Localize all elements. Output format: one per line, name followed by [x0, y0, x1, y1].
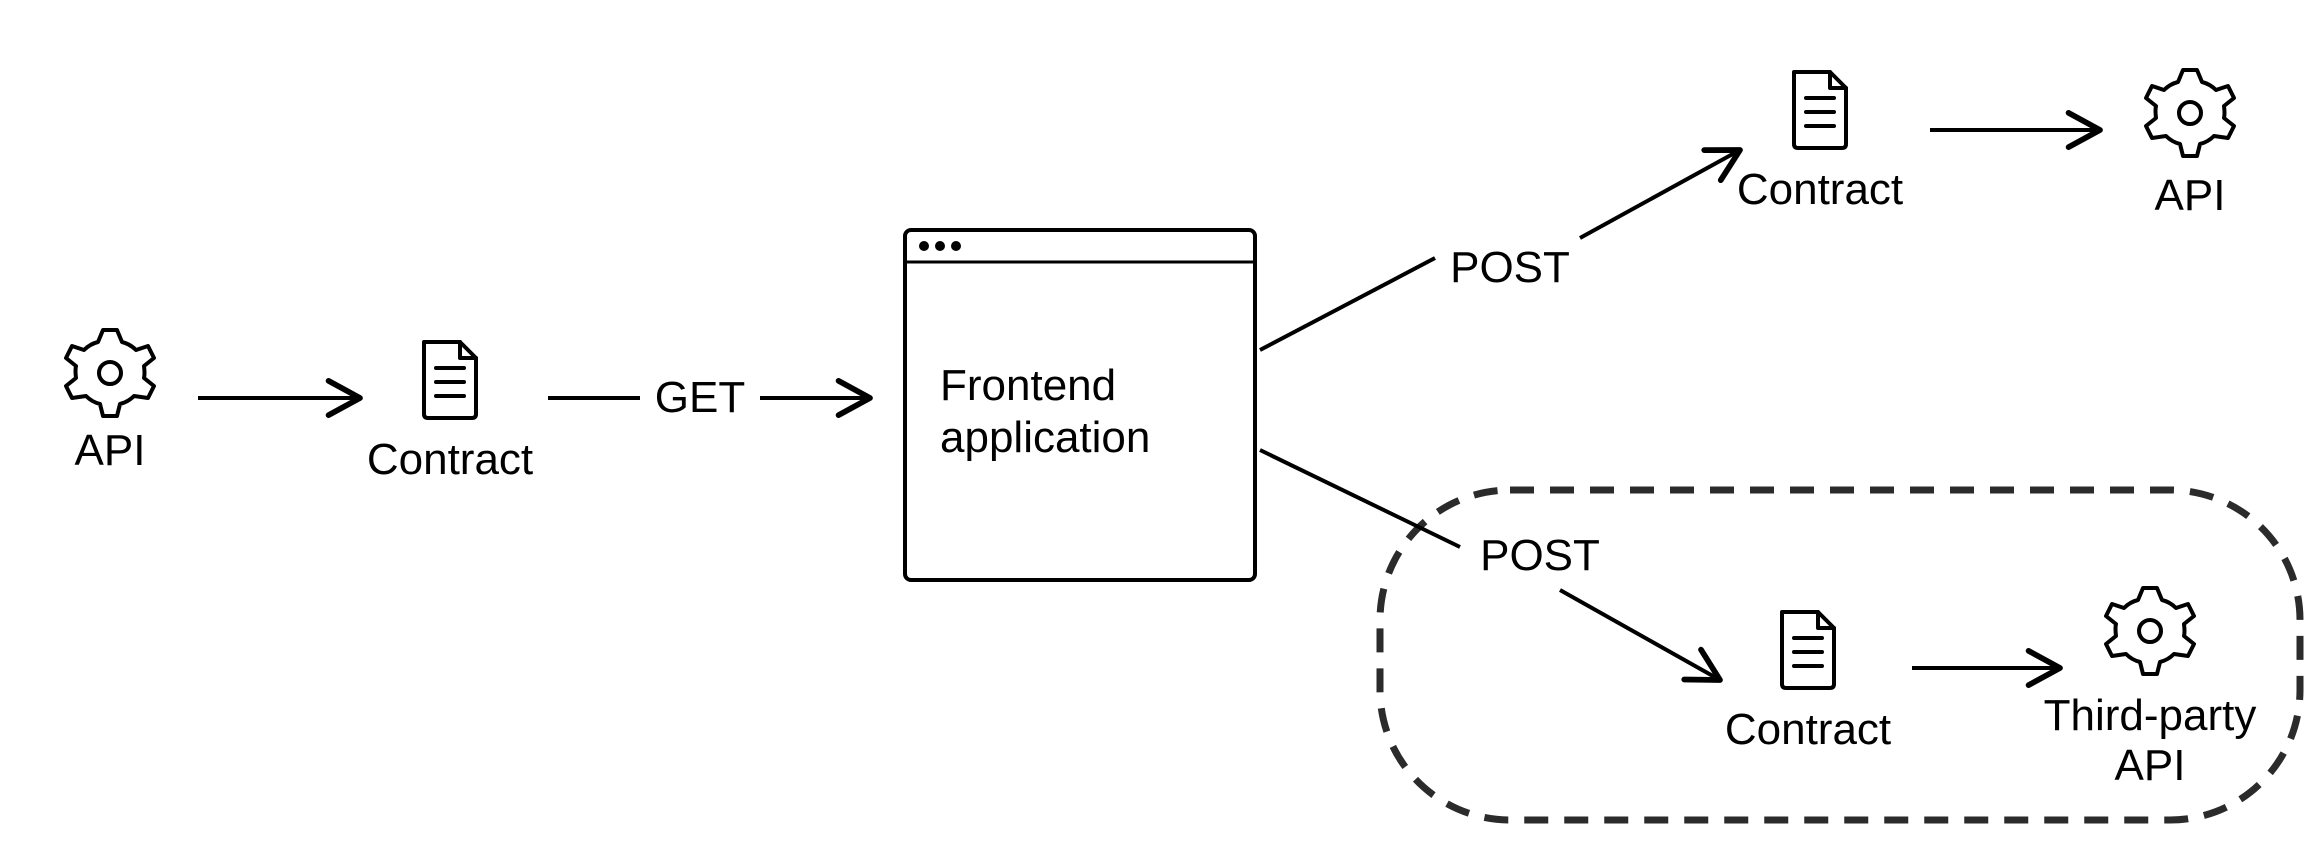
- post-bot-label: POST: [1480, 531, 1600, 580]
- contract-top-label: Contract: [1737, 165, 1903, 214]
- get-label: GET: [655, 373, 745, 422]
- document-icon: [1782, 612, 1834, 688]
- gear-icon: [2146, 70, 2234, 156]
- api-node-top: API: [2146, 70, 2234, 220]
- contract-bot-label: Contract: [1725, 705, 1891, 754]
- contract-node-bottom: Contract: [1725, 612, 1891, 754]
- api-bot-label-line1: Third-party: [2044, 691, 2257, 740]
- api-node-third-party: Third-party API: [2044, 588, 2257, 790]
- contract-node-top: Contract: [1737, 72, 1903, 214]
- arrow-post-top-to-contract: [1580, 150, 1740, 238]
- post-top-label: POST: [1450, 243, 1570, 292]
- api-node-left: API: [66, 330, 154, 475]
- document-icon: [1794, 72, 1846, 148]
- contract-left-label: Contract: [367, 435, 533, 484]
- api-left-label: API: [75, 426, 146, 475]
- gear-icon: [66, 330, 154, 416]
- document-icon: [424, 342, 476, 418]
- gear-icon: [2106, 588, 2194, 674]
- api-top-label: API: [2155, 171, 2226, 220]
- frontend-label-line2: application: [940, 413, 1150, 462]
- connector-frontend-to-post-bot: [1260, 450, 1460, 547]
- api-bot-label-line2: API: [2115, 741, 2186, 790]
- connector-frontend-to-post-top: [1260, 258, 1435, 350]
- architecture-diagram: API Contract GET Frontend application PO…: [0, 0, 2320, 850]
- contract-node-left: Contract: [367, 342, 533, 484]
- frontend-application-node: Frontend application: [905, 230, 1255, 580]
- arrow-post-bot-to-contract: [1560, 590, 1720, 680]
- frontend-label-line1: Frontend: [940, 361, 1116, 410]
